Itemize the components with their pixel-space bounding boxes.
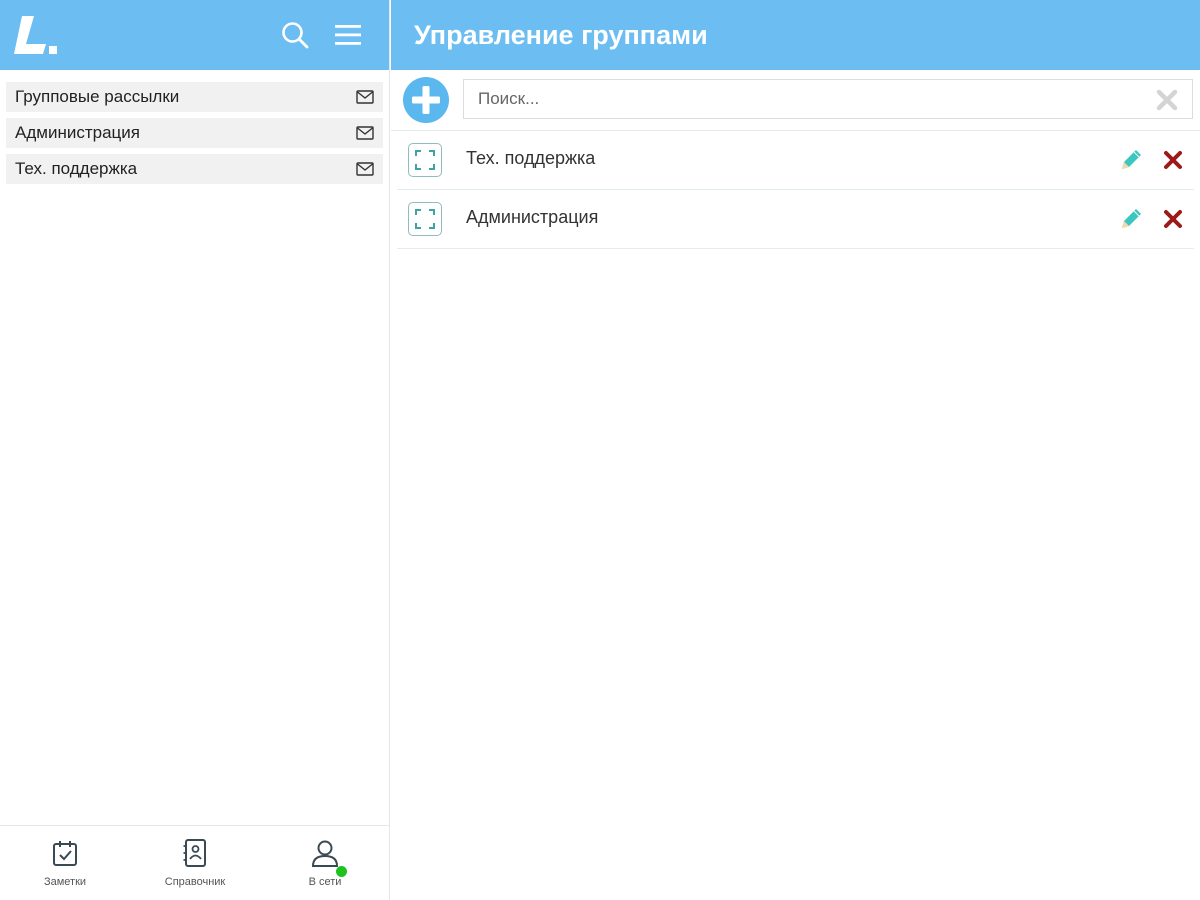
nav-tab-online[interactable]: В сети (260, 826, 390, 900)
nav-tab-directory[interactable]: Справочник (130, 826, 260, 900)
search-box (463, 79, 1193, 119)
menu-button[interactable] (331, 18, 365, 52)
envelope-icon[interactable] (356, 89, 374, 105)
search-icon (282, 22, 309, 49)
delete-icon[interactable] (1162, 208, 1184, 230)
delete-icon[interactable] (1162, 149, 1184, 171)
pencil-icon[interactable] (1118, 206, 1144, 232)
app-window: Групповые рассылки Администрация Тех. по… (0, 0, 1200, 900)
group-item-administration[interactable]: Администрация (6, 118, 383, 148)
row-label: Администрация (466, 207, 599, 227)
table-row: Администрация (397, 190, 1194, 249)
contact-book-icon (183, 839, 206, 867)
group-item-support[interactable]: Тех. поддержка (6, 154, 383, 184)
calendar-check-icon (53, 841, 77, 866)
table-row: Тех. поддержка (397, 131, 1194, 190)
online-status-indicator (336, 866, 347, 877)
nav-tab-notes[interactable]: Заметки (0, 826, 130, 900)
bottom-nav: Заметки Справочник В сети (0, 825, 389, 900)
hamburger-menu-icon (335, 25, 361, 45)
main-panel: Управление группами Поиск... Тех. поддер… (391, 0, 1200, 900)
sidebar: Групповые рассылки Администрация Тех. по… (0, 0, 390, 900)
group-list: Групповые рассылки Администрация Тех. по… (0, 70, 389, 184)
expand-icon (415, 150, 435, 170)
plus-icon (412, 86, 440, 114)
group-item-label: Администрация (15, 123, 140, 142)
group-item-label: Тех. поддержка (15, 159, 138, 178)
nav-label: В сети (308, 876, 342, 888)
expand-icon (415, 209, 435, 229)
clear-search-icon[interactable] (1156, 89, 1178, 111)
pencil-icon[interactable] (1118, 147, 1144, 173)
row-label: Тех. поддержка (466, 148, 596, 168)
nav-label: Заметки (43, 876, 87, 888)
expand-button[interactable] (408, 143, 442, 177)
add-group-button[interactable] (403, 77, 449, 123)
page-title: Управление группами (414, 20, 708, 50)
envelope-icon[interactable] (356, 125, 374, 141)
envelope-icon[interactable] (356, 161, 374, 177)
user-icon (311, 840, 339, 867)
main-header: Управление группами (391, 0, 1200, 70)
nav-label: Справочник (164, 876, 226, 888)
group-table: Тех. поддержка Администрация (391, 131, 1200, 249)
sidebar-header (0, 0, 389, 70)
search-input[interactable] (464, 80, 1162, 118)
group-item-label: Групповые рассылки (15, 87, 180, 106)
search-button[interactable] (278, 18, 312, 52)
group-item-mailings[interactable]: Групповые рассылки (6, 82, 383, 112)
expand-button[interactable] (408, 202, 442, 236)
toolbar (391, 70, 1200, 131)
logo-l-icon[interactable] (12, 14, 60, 58)
